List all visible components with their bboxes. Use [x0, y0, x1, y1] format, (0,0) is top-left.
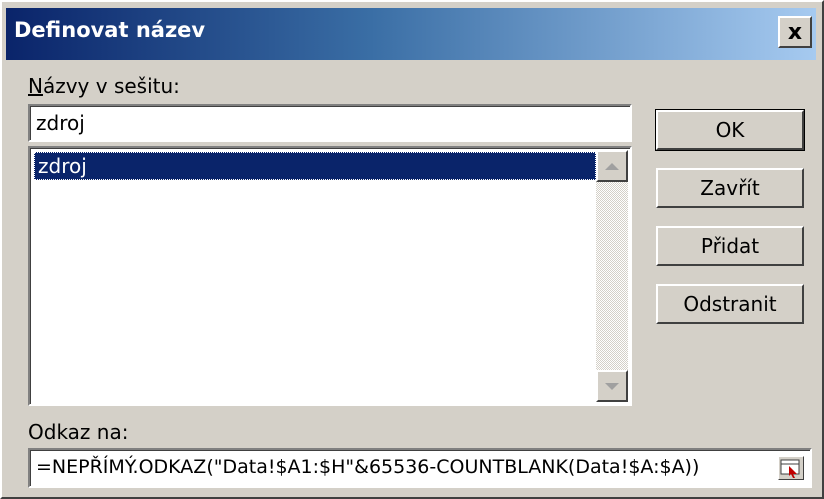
scroll-down-button[interactable]	[596, 370, 628, 402]
scroll-up-arrow-icon	[605, 162, 619, 170]
name-input[interactable]: zdroj	[28, 104, 632, 142]
close-window-button[interactable]: x	[778, 16, 812, 48]
close-icon: x	[787, 19, 803, 45]
names-listbox[interactable]: zdroj	[28, 146, 632, 406]
delete-button[interactable]: Odstranit	[656, 284, 804, 324]
reference-label: Odkaz na:	[28, 420, 129, 444]
add-button[interactable]: Přidat	[656, 226, 804, 266]
scroll-down-arrow-icon	[605, 382, 619, 390]
range-picker-button[interactable]	[778, 456, 804, 480]
define-name-dialog: Definovat název x Názvy v sešitu: zdroj …	[0, 0, 824, 499]
close-button[interactable]: Zavřít	[656, 168, 804, 208]
reference-input[interactable]: =NEPŘÍMÝ.ODKAZ("Data!$A1:$H"&65536-COUNT…	[28, 448, 812, 488]
names-in-workbook-label: Názvy v sešitu:	[28, 74, 180, 98]
listbox-scrollbar[interactable]	[596, 150, 628, 402]
dialog-title: Definovat název	[14, 18, 206, 42]
ok-button[interactable]: OK	[655, 109, 805, 151]
list-item[interactable]: zdroj	[34, 152, 596, 180]
range-picker-icon	[780, 459, 800, 478]
reference-formula: =NEPŘÍMÝ.ODKAZ("Data!$A1:$H"&65536-COUNT…	[36, 456, 700, 478]
title-bar[interactable]: Definovat název x	[6, 8, 816, 60]
scroll-up-button[interactable]	[596, 150, 628, 182]
names-label-rest: ázvy v sešitu:	[42, 74, 180, 98]
